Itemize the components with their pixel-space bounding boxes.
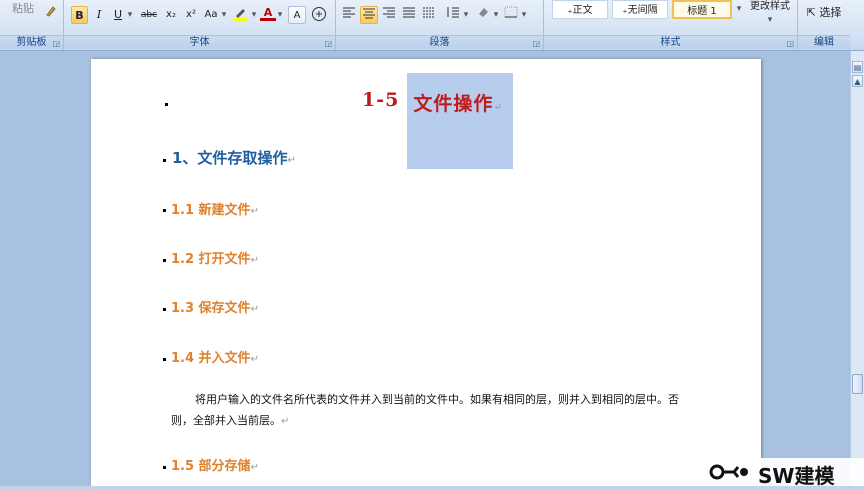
return-mark-icon: ↵ (493, 102, 503, 113)
return-mark-icon: ↵ (287, 155, 296, 166)
bold-button[interactable]: B (71, 6, 88, 24)
underline-dropdown-icon[interactable]: ▾ (126, 6, 134, 24)
heading-1[interactable]: 1、文件存取操作↵ (172, 147, 296, 168)
style-no-spacing[interactable]: ₊无间隔 (612, 0, 668, 19)
line-spacing-icon[interactable] (444, 6, 462, 24)
paragraph-mark (163, 159, 166, 162)
watermark: SW建模 (708, 458, 864, 488)
paste-button[interactable]: 粘贴 (6, 0, 40, 18)
distributed-icon[interactable] (420, 6, 438, 24)
styles-scroll-icon[interactable]: ▾ (734, 0, 744, 18)
shading-dropdown-icon[interactable]: ▾ (492, 6, 500, 24)
title-selected-text[interactable]: 文件操作↵ (407, 73, 513, 169)
dialog-launcher-icon[interactable]: ◲ (52, 39, 60, 48)
font-group-label: 字体 (64, 35, 335, 49)
justify-icon[interactable] (400, 6, 418, 24)
dialog-launcher-icon[interactable]: ◲ (532, 39, 540, 48)
body-paragraph-text: 将用户输入的文件名所代表的文件并入到当前的文件中。如果有相同的层，则并入到相同的… (171, 393, 679, 427)
paragraph-mark (163, 209, 166, 212)
document-workspace: 1-5 文件操作↵ 1、文件存取操作↵ 1.1 新建文件↵ 1.2 打开文件↵ 1… (0, 51, 850, 486)
change-case-button[interactable]: Aa (202, 6, 220, 24)
document-page[interactable]: 1-5 文件操作↵ 1、文件存取操作↵ 1.1 新建文件↵ 1.2 打开文件↵ 1… (91, 59, 761, 486)
styles-group: ₊正文 ₊无间隔 标题 1 ▾ 更改样式 ▾ 样式 ◲ (544, 0, 798, 50)
paragraph-mark (165, 103, 168, 106)
align-center-icon[interactable] (360, 6, 378, 24)
heading-2-open-file[interactable]: 1.2 打开文件↵ (171, 248, 259, 267)
change-styles-button[interactable]: 更改样式 ▾ (746, 0, 794, 26)
return-mark-icon: ↵ (250, 462, 259, 473)
font-color-dropdown-icon[interactable]: ▾ (276, 6, 284, 24)
heading-2-new-file[interactable]: 1.1 新建文件↵ (171, 199, 259, 218)
highlight-icon[interactable] (232, 5, 250, 23)
heading-2-text: 1.3 保存文件 (171, 301, 251, 316)
paragraph-mark (163, 358, 166, 361)
ribbon: 粘贴 剪贴板 ◲ B I U ▾ abc x₂ x² Aa ▾ ▾ A ▾ A … (0, 0, 864, 51)
align-right-icon[interactable] (380, 6, 398, 24)
borders-dropdown-icon[interactable]: ▾ (520, 6, 528, 24)
format-painter-icon[interactable] (42, 4, 60, 22)
editing-group: ⇱ 选择 编辑 (798, 0, 850, 50)
dialog-launcher-icon[interactable]: ◲ (324, 39, 332, 48)
style-heading1[interactable]: 标题 1 (672, 0, 732, 19)
document-title[interactable]: 1-5 文件操作↵ (362, 73, 513, 169)
paragraph-mark (163, 308, 166, 311)
heading-2-save-file[interactable]: 1.3 保存文件↵ (171, 297, 259, 316)
title-text: 文件操作 (413, 93, 494, 115)
paragraph-group-label: 段落 (336, 35, 543, 49)
paragraph-group: ▾ ▾ ▾ 段落 ◲ (336, 0, 544, 50)
return-mark-icon: ↵ (250, 206, 259, 217)
clipboard-group: 粘贴 剪贴板 ◲ (0, 0, 64, 50)
return-mark-icon: ↵ (250, 354, 259, 365)
paragraph-mark (163, 259, 166, 262)
scroll-up-arrow-icon[interactable]: ▲ (852, 75, 863, 87)
shading-icon[interactable] (474, 5, 492, 23)
font-color-button[interactable]: A (260, 4, 276, 21)
select-label: 选择 (819, 6, 842, 19)
editing-group-label: 编辑 (798, 35, 850, 49)
align-left-icon[interactable] (340, 6, 358, 24)
heading-2-text: 1.5 部分存储 (171, 459, 251, 474)
change-case-dropdown-icon[interactable]: ▾ (220, 6, 228, 24)
select-arrow-icon: ⇱ (806, 6, 816, 19)
change-styles-label: 更改样式 (750, 1, 790, 12)
return-mark-icon: ↵ (250, 304, 259, 315)
superscript-button[interactable]: x² (182, 6, 200, 24)
italic-button[interactable]: I (91, 6, 107, 24)
char-border-button[interactable]: A (288, 6, 306, 24)
heading-2-text: 1.1 新建文件 (171, 203, 251, 218)
scroll-thumb[interactable] (852, 374, 863, 394)
paragraph-mark (163, 466, 166, 469)
line-spacing-dropdown-icon[interactable]: ▾ (462, 6, 470, 24)
return-mark-icon: ↵ (281, 416, 290, 427)
strikethrough-button[interactable]: abc (138, 6, 160, 24)
font-group: B I U ▾ abc x₂ x² Aa ▾ ▾ A ▾ A 字体 ◲ (64, 0, 336, 50)
heading-2-partial-save[interactable]: 1.5 部分存储↵ (171, 455, 259, 474)
watermark-logo-icon (709, 464, 748, 480)
styles-group-label: 样式 (544, 35, 797, 49)
enclose-char-icon[interactable] (310, 6, 328, 24)
title-number: 1-5 (362, 89, 400, 111)
return-mark-icon: ↵ (250, 255, 259, 266)
heading-1-text: 1、文件存取操作 (172, 149, 288, 167)
highlight-dropdown-icon[interactable]: ▾ (250, 6, 258, 24)
heading-2-text: 1.4 并入文件 (171, 351, 251, 366)
heading-2-merge-file[interactable]: 1.4 并入文件↵ (171, 347, 259, 366)
body-paragraph[interactable]: 将用户输入的文件名所代表的文件并入到当前的文件中。如果有相同的层，则并入到相同的… (171, 389, 691, 432)
watermark-text: SW建模 (758, 464, 835, 488)
subscript-button[interactable]: x₂ (162, 6, 180, 24)
underline-button[interactable]: U (110, 6, 126, 24)
select-button[interactable]: ⇱ 选择 (800, 4, 848, 22)
vertical-scrollbar[interactable]: ▤ ▲ (850, 51, 864, 486)
heading-2-text: 1.2 打开文件 (171, 252, 251, 267)
borders-icon[interactable] (502, 6, 520, 24)
dialog-launcher-icon[interactable]: ◲ (786, 39, 794, 48)
style-normal[interactable]: ₊正文 (552, 0, 608, 19)
ruler-toggle-icon[interactable]: ▤ (852, 61, 863, 73)
